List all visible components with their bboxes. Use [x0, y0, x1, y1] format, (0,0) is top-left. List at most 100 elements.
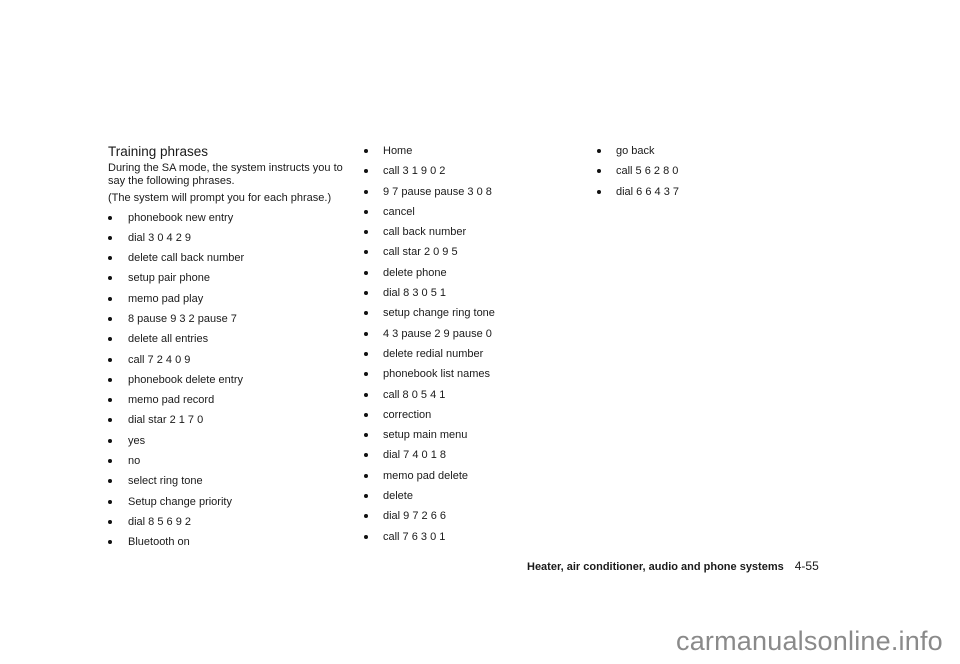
bullet-icon	[108, 215, 112, 220]
watermark: carmanualsonline.info	[676, 626, 943, 656]
bullet-icon	[108, 316, 112, 321]
phrase-text: call 7 6 3 0 1	[383, 530, 446, 543]
phrase-text: memo pad delete	[383, 469, 468, 482]
phrase-item: delete	[364, 489, 584, 509]
note-paragraph: (The system will prompt you for each phr…	[108, 192, 332, 204]
phrase-item: call 8 0 5 4 1	[364, 388, 584, 408]
bullet-icon	[108, 519, 112, 524]
bullet-icon	[364, 250, 368, 255]
phrase-item: setup change ring tone	[364, 306, 584, 326]
phrase-text: memo pad play	[128, 292, 204, 305]
bullet-icon	[364, 412, 368, 417]
phrase-item: dial 9 7 2 6 6	[364, 509, 584, 529]
phrase-text: delete	[383, 490, 413, 503]
phrase-item: call 7 2 4 0 9	[108, 353, 358, 373]
phrase-item: dial 8 3 0 5 1	[364, 286, 584, 306]
phrase-item: select ring tone	[108, 474, 358, 494]
phrase-list-1: phonebook new entry dial 3 0 4 2 9 delete …	[108, 211, 358, 556]
bullet-icon	[108, 337, 112, 342]
phrase-text: select ring tone	[128, 475, 203, 488]
phrase-item: no	[108, 454, 358, 474]
phrase-item: memo pad record	[108, 393, 358, 413]
bullet-icon	[364, 209, 368, 214]
phrase-text: dial 3 0 4 2 9	[128, 231, 191, 244]
bullet-icon	[108, 418, 112, 423]
bullet-icon	[108, 540, 112, 545]
bullet-icon	[364, 514, 368, 519]
column-3: go back call 5 6 2 8 0 dial 6 6 4 3 7	[597, 144, 797, 205]
bullet-icon	[364, 230, 368, 235]
phrase-text: correction	[383, 408, 432, 421]
bullet-icon	[364, 189, 368, 194]
bullet-icon	[108, 235, 112, 240]
phrase-item: 9 7 pause pause 3 0 8	[364, 185, 584, 205]
phrase-item: delete phone	[364, 266, 584, 286]
phrase-text: 4 3 pause 2 9 pause 0	[383, 327, 492, 340]
phrase-text: yes	[128, 434, 146, 447]
bullet-icon	[364, 534, 368, 539]
phrase-text: dial 6 6 4 3 7	[616, 185, 679, 198]
phrase-text: phonebook delete entry	[128, 373, 243, 386]
bullet-icon	[108, 459, 112, 464]
bullet-icon	[364, 351, 368, 356]
phrase-text: delete all entries	[128, 333, 209, 346]
phrase-text: Bluetooth on	[128, 536, 190, 549]
phrase-text: phonebook new entry	[128, 211, 234, 224]
bullet-icon	[108, 499, 112, 504]
bullet-icon	[364, 149, 368, 153]
phrase-text: cancel	[383, 205, 415, 218]
bullet-icon	[364, 473, 368, 478]
phrase-item: phonebook new entry	[108, 211, 358, 231]
phrase-text: memo pad record	[128, 394, 215, 407]
phrase-text: call star 2 0 9 5	[383, 246, 458, 259]
phrase-item: dial 7 4 0 1 8	[364, 448, 584, 468]
phrase-text: phonebook list names	[383, 368, 491, 381]
bullet-icon	[108, 438, 112, 443]
bullet-icon	[597, 169, 601, 174]
phrase-item: call back number	[364, 225, 584, 245]
phrase-item: dial 8 5 6 9 2	[108, 515, 358, 535]
bullet-icon	[364, 169, 368, 174]
phrase-item: setup pair phone	[108, 271, 358, 291]
phrase-item: cancel	[364, 205, 584, 225]
phrase-item: phonebook list names	[364, 367, 584, 387]
phrase-text: setup change ring tone	[383, 307, 495, 320]
phrase-item: setup main menu	[364, 428, 584, 448]
bullet-icon	[364, 331, 368, 336]
phrase-text: call 5 6 2 8 0	[616, 165, 679, 178]
bullet-icon	[364, 392, 368, 397]
section-title: Training phrases	[108, 144, 209, 159]
phrase-text: delete redial number	[383, 347, 484, 360]
phrase-text: dial 8 5 6 9 2	[128, 515, 191, 528]
phrase-text: setup pair phone	[128, 272, 210, 285]
phrase-item: dial star 2 1 7 0	[108, 413, 358, 433]
phrase-item: 8 pause 9 3 2 pause 7	[108, 312, 358, 332]
phrase-item: delete call back number	[108, 251, 358, 271]
phrase-item: memo pad delete	[364, 469, 584, 489]
phrase-item: dial 3 0 4 2 9	[108, 231, 358, 251]
phrase-item: 4 3 pause 2 9 pause 0	[364, 327, 584, 347]
phrase-item: phonebook delete entry	[108, 373, 358, 393]
bullet-icon	[364, 494, 368, 499]
bullet-icon	[108, 276, 112, 281]
bullet-icon	[108, 296, 112, 301]
phrase-item: Home	[364, 144, 584, 164]
phrase-text: call 8 0 5 4 1	[383, 388, 446, 401]
phrase-text: delete phone	[383, 266, 447, 279]
phrase-item: Setup change priority	[108, 495, 358, 515]
phrase-item: call 5 6 2 8 0	[597, 164, 797, 184]
column-2: Home call 3 1 9 0 2 9 7 pause pause 3 0 8 c…	[364, 144, 584, 550]
phrase-list-2: Home call 3 1 9 0 2 9 7 pause pause 3 0 8 c…	[364, 144, 584, 550]
phrase-text: call 7 2 4 0 9	[128, 353, 191, 366]
phrase-text: dial 7 4 0 1 8	[383, 449, 446, 462]
bullet-icon	[108, 479, 112, 484]
phrase-text: Home	[383, 145, 413, 157]
phrase-item: yes	[108, 434, 358, 454]
bullet-icon	[364, 372, 368, 377]
phrase-text: 8 pause 9 3 2 pause 7	[128, 312, 237, 325]
phrase-text: dial star 2 1 7 0	[128, 414, 204, 427]
phrase-text: call back number	[383, 226, 467, 239]
phrase-item: call star 2 0 9 5	[364, 245, 584, 265]
column-1: Training phrases During the SA mode, the…	[108, 144, 358, 556]
bullet-icon	[597, 189, 601, 194]
